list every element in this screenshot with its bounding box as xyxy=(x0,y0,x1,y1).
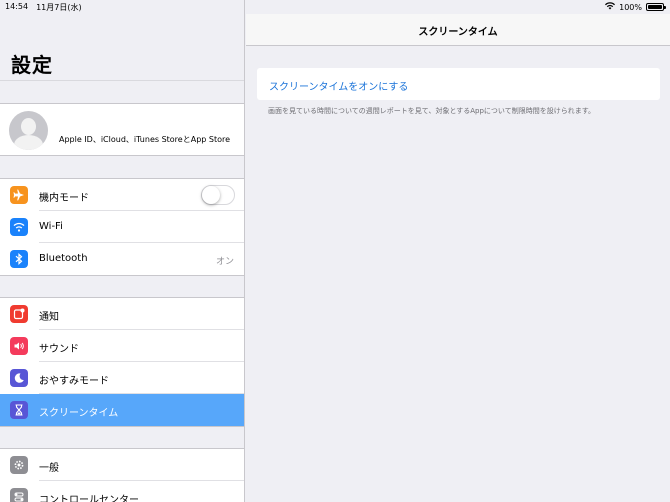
status-time: 14:54 xyxy=(5,2,29,11)
title-divider xyxy=(0,80,244,81)
apple-id-label: Apple ID、iCloud、iTunes StoreとApp Store xyxy=(59,135,231,144)
wifi-signal-icon xyxy=(605,2,616,12)
bluetooth-status: オン xyxy=(215,257,234,267)
sidebar-item-label: 機内モード xyxy=(39,193,89,204)
turn-on-screen-time-button[interactable]: スクリーンタイムをオンにする xyxy=(269,78,408,93)
status-bar: 14:54 11月7日(水) 100% xyxy=(0,0,670,14)
gear-icon xyxy=(10,456,28,474)
sidebar-item-label: おやすみモード xyxy=(39,376,109,387)
screen-time-title: スクリーンタイム xyxy=(418,27,498,38)
moon-icon xyxy=(10,369,28,387)
bluetooth-icon xyxy=(10,250,28,268)
sidebar-item-label: コントロールセンター xyxy=(39,495,139,502)
turn-on-screen-time-cell[interactable]: スクリーンタイムをオンにする xyxy=(257,68,660,100)
sidebar-item-label: 通知 xyxy=(39,312,59,323)
hourglass-icon xyxy=(10,401,28,419)
settings-group-connectivity: 機内モード Wi-Fi Bluetooth オン xyxy=(0,178,244,276)
sidebar-item-general[interactable]: 一般 xyxy=(0,449,244,481)
airplane-icon xyxy=(10,186,28,204)
sidebar-item-bluetooth[interactable]: Bluetooth オン xyxy=(0,243,244,275)
settings-group-notifications: 通知 サウンド おやすみモード スクリーンタイム xyxy=(0,297,244,427)
sidebar-item-screen-time[interactable]: スクリーンタイム xyxy=(0,394,244,426)
sidebar-item-notifications[interactable]: 通知 xyxy=(0,298,244,330)
airplane-mode-toggle[interactable] xyxy=(201,185,235,205)
status-date: 11月7日(水) xyxy=(36,3,82,12)
sidebar-item-label: サウンド xyxy=(39,344,79,355)
sidebar-item-label: Bluetooth xyxy=(39,253,88,264)
battery-percent: 100% xyxy=(619,2,642,12)
avatar xyxy=(9,111,48,150)
sidebar-item-label: Wi-Fi xyxy=(39,221,63,232)
battery-icon xyxy=(646,3,666,11)
wifi-icon xyxy=(10,218,28,236)
sidebar-item-label: スクリーンタイム xyxy=(39,408,119,419)
apple-id-profile-row[interactable]: Apple ID、iCloud、iTunes StoreとApp Store xyxy=(0,103,244,156)
sound-icon xyxy=(10,337,28,355)
sidebar-item-airplane-mode[interactable]: 機内モード xyxy=(0,179,244,211)
settings-sidebar: 設定 Apple ID、iCloud、iTunes StoreとApp Stor… xyxy=(0,0,245,502)
settings-group-general: 一般 コントロールセンター xyxy=(0,448,244,502)
control-center-icon xyxy=(10,488,28,502)
sidebar-item-control-center[interactable]: コントロールセンター xyxy=(0,481,244,502)
sidebar-item-sounds[interactable]: サウンド xyxy=(0,330,244,362)
sidebar-item-wifi[interactable]: Wi-Fi xyxy=(0,211,244,243)
page-title: 設定 xyxy=(11,53,53,77)
nav-bar: スクリーンタイム xyxy=(246,14,670,46)
sidebar-item-do-not-disturb[interactable]: おやすみモード xyxy=(0,362,244,394)
screen-time-description: 画面を見ている時間についての週間レポートを見て、対象とするAppについて制限時間… xyxy=(268,107,595,115)
notification-icon xyxy=(10,305,28,323)
screen-time-pane: スクリーンタイム スクリーンタイムをオンにする 画面を見ている時間についての週間… xyxy=(246,0,670,502)
sidebar-item-label: 一般 xyxy=(39,463,59,474)
